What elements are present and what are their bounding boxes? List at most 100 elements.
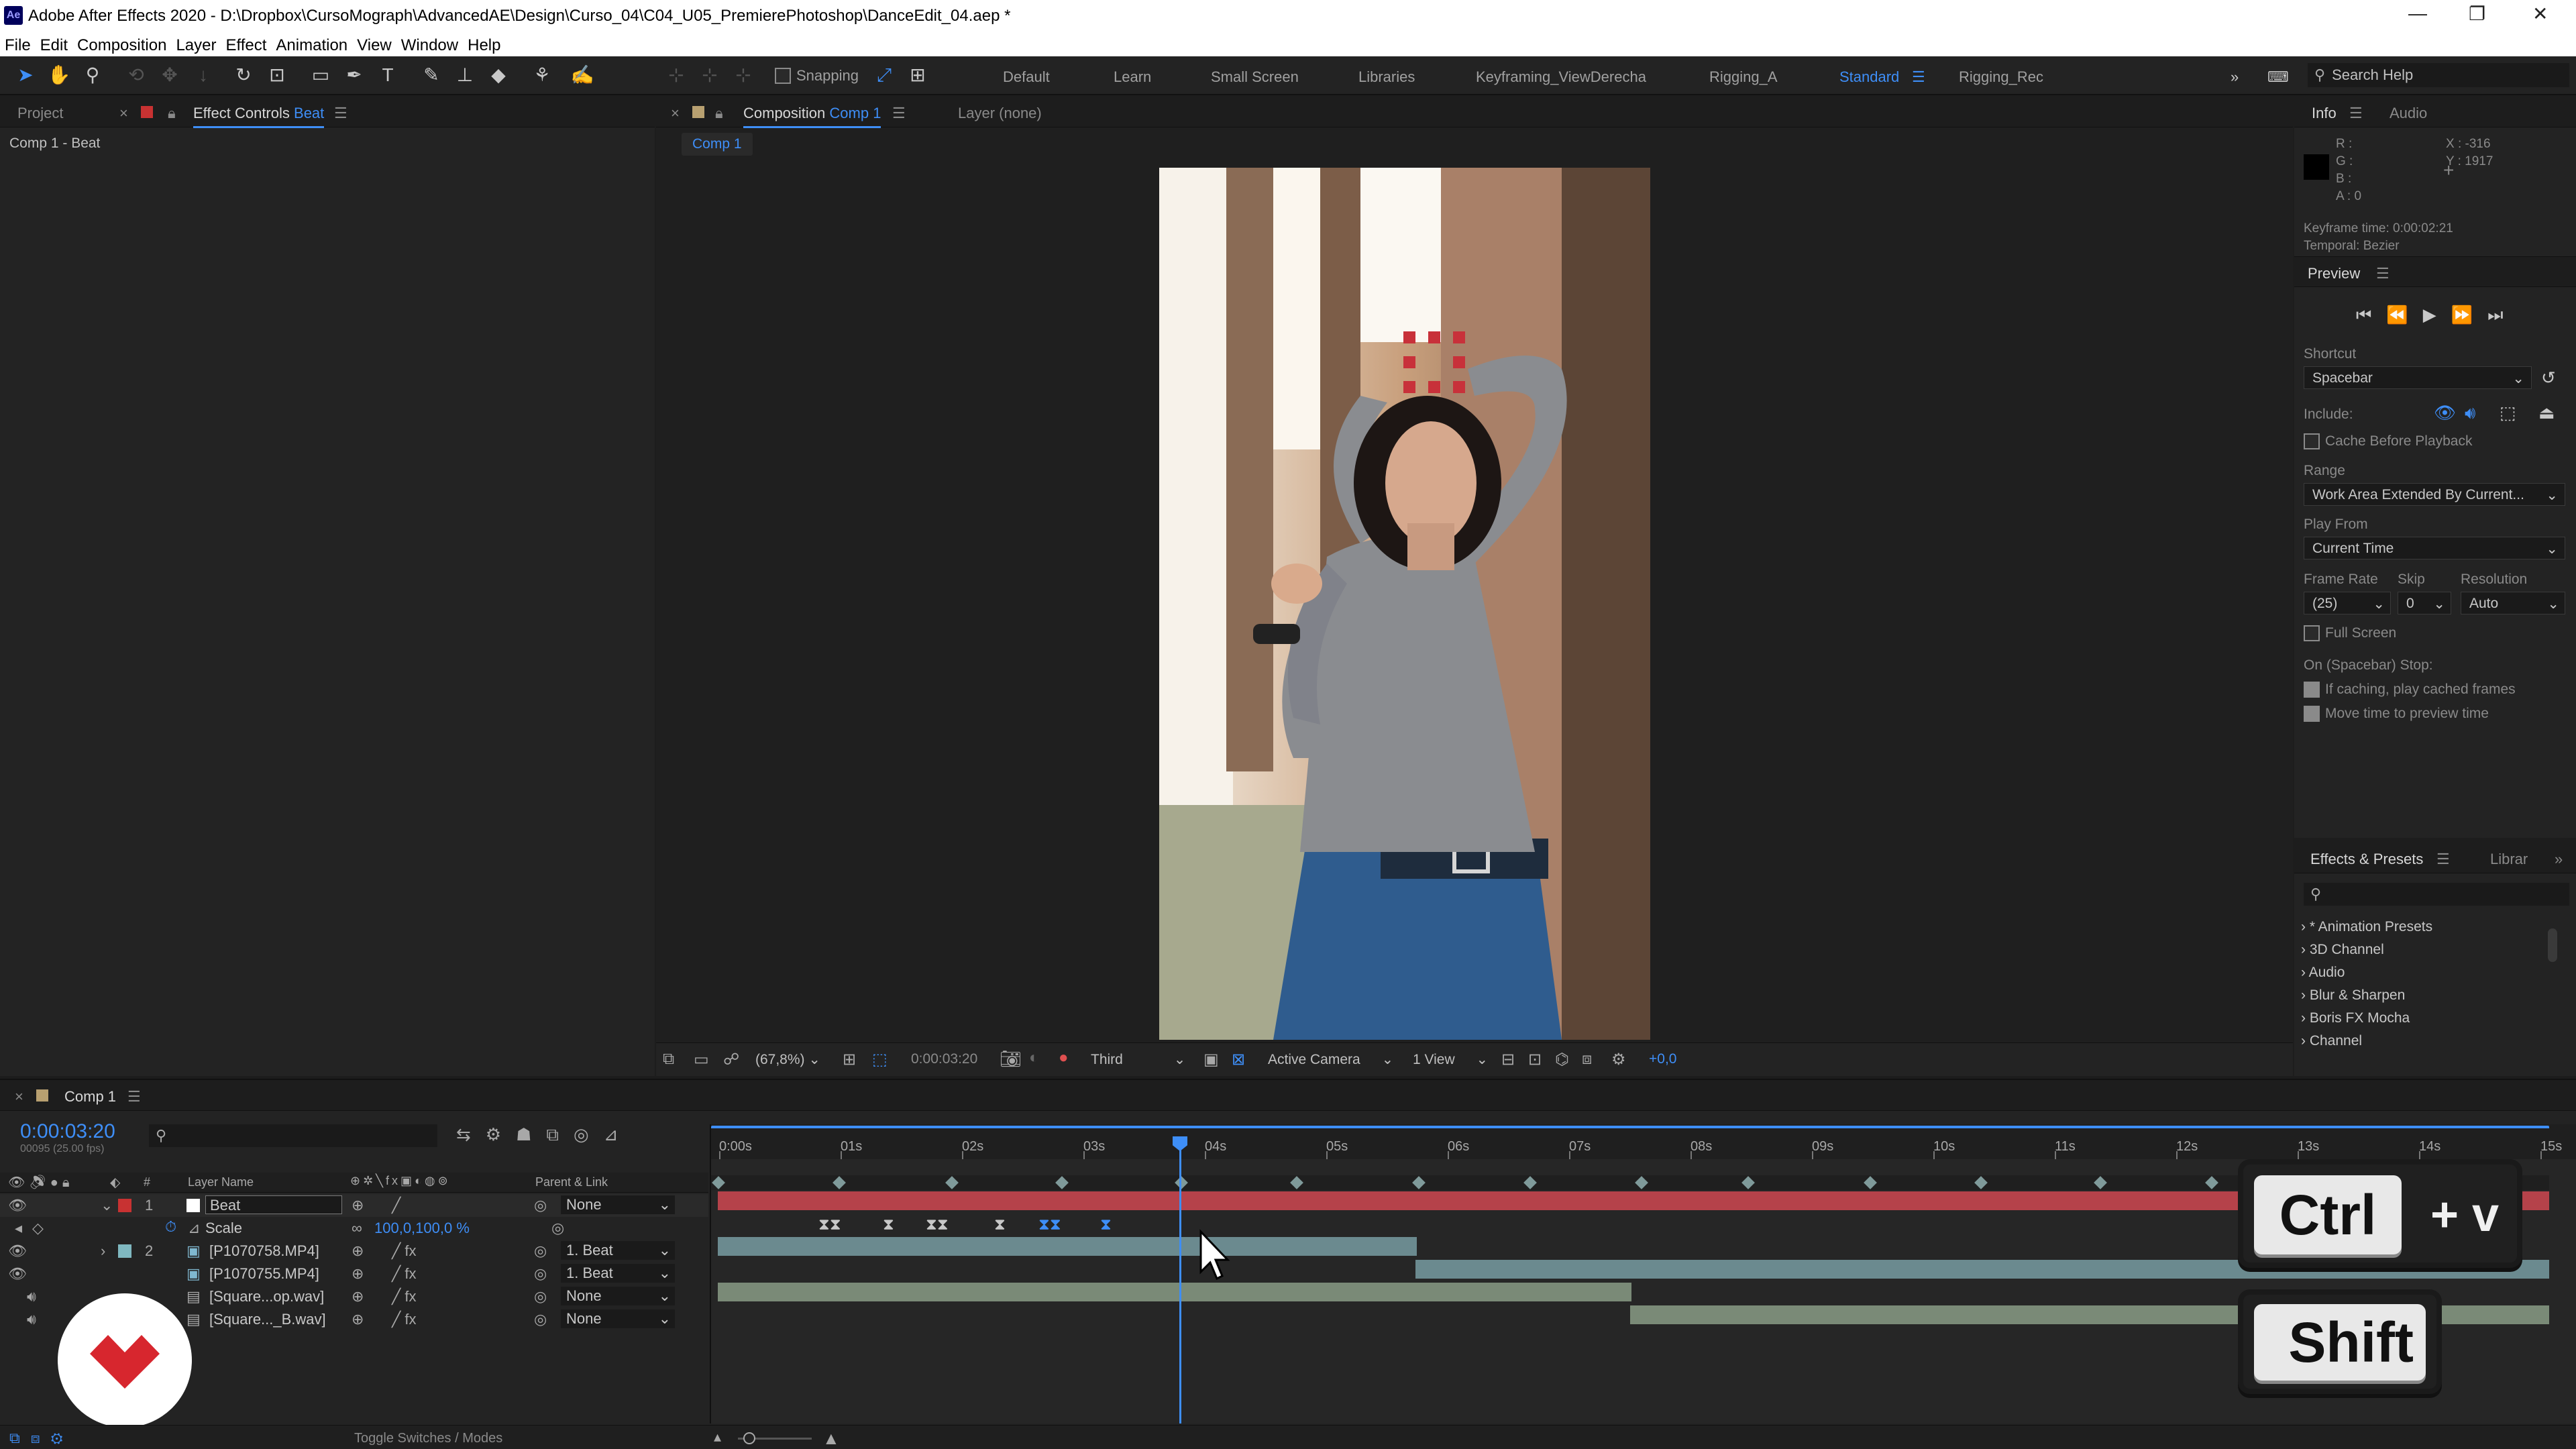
parent-dropdown[interactable]: 1. Beat ⌄ xyxy=(561,1264,675,1283)
zoom-slider-thumb[interactable] xyxy=(743,1432,755,1444)
comp-subtab[interactable]: Comp 1 xyxy=(682,133,753,156)
effects-item[interactable]: › Channel xyxy=(2301,1033,2362,1049)
layer-label-color[interactable] xyxy=(118,1199,131,1212)
lock-icon[interactable]: 🔒︎ xyxy=(168,105,176,122)
visibility-icon[interactable]: 👁︎ xyxy=(8,1197,27,1214)
rectangle-tool-icon[interactable]: ▭ xyxy=(309,63,333,87)
roto-brush-icon[interactable]: ⚘ xyxy=(530,63,554,87)
pickwhip-icon[interactable]: ◎ xyxy=(534,1242,547,1260)
effects-search-input[interactable]: ⚲ xyxy=(2304,883,2569,906)
parent-link-header[interactable]: Parent & Link xyxy=(535,1175,608,1189)
camera-dropdown[interactable]: Active Camera ⌄ xyxy=(1268,1051,1393,1068)
grid-dropdown[interactable]: Third ⌄ xyxy=(1091,1051,1185,1068)
move-time-checkbox[interactable] xyxy=(2304,706,2320,722)
comp-lock-icon[interactable]: 🔒︎ xyxy=(715,105,723,122)
tab-layer[interactable]: Layer (none) xyxy=(958,105,1042,122)
effects-item[interactable]: › Audio xyxy=(2301,965,2345,981)
workspace-overflow-icon[interactable]: » xyxy=(2231,68,2239,86)
maximize-icon[interactable]: ❐ xyxy=(2469,3,2485,25)
show-snapshot-icon[interactable]: ◐ xyxy=(1029,1049,1039,1067)
stop-option-move-time[interactable]: Move time to preview time xyxy=(2304,706,2489,722)
tab-effects-presets[interactable]: Effects & Presets xyxy=(2310,851,2423,868)
pickwhip-icon[interactable]: ◎ xyxy=(534,1265,547,1283)
include-overlays-icon[interactable]: ⬚ xyxy=(2500,402,2516,423)
next-frame-icon[interactable]: ⏩ xyxy=(2451,305,2487,325)
menu-composition[interactable]: Composition xyxy=(72,31,171,55)
views-dropdown[interactable]: 1 View ⌄ xyxy=(1413,1051,1488,1068)
work-area-bar[interactable] xyxy=(711,1126,2549,1135)
pickwhip-icon[interactable]: ◎ xyxy=(534,1197,547,1214)
keyframe-marker[interactable]: ⧗ xyxy=(883,1216,894,1234)
orbit-tool-icon[interactable]: ⟲ xyxy=(124,63,148,87)
info-menu-icon[interactable]: ☰ xyxy=(2349,105,2363,122)
tab-info[interactable]: Info xyxy=(2312,105,2337,122)
full-screen-checkbox[interactable] xyxy=(2304,625,2320,641)
prev-frame-icon[interactable]: ⏪ xyxy=(2386,305,2422,325)
mask-visibility-icon[interactable]: ☍ xyxy=(723,1050,739,1069)
prev-keyframe-icon[interactable]: ◂ xyxy=(15,1220,22,1237)
full-screen-option[interactable]: Full Screen xyxy=(2304,625,2396,641)
layer-marker[interactable] xyxy=(833,1176,846,1189)
quality-switch-icon[interactable]: ╱ fx xyxy=(392,1242,416,1260)
tab-close-icon[interactable]: × xyxy=(119,105,128,122)
include-video-icon[interactable]: 👁︎ xyxy=(2434,402,2456,423)
tab-comp-1[interactable]: Comp 1 xyxy=(64,1088,116,1106)
timeline-search-input[interactable]: ⚲ xyxy=(149,1124,437,1147)
snap-edges-icon[interactable]: ⤢ xyxy=(872,63,896,87)
range-dropdown[interactable]: Work Area Extended By Current... ⌄ xyxy=(2304,483,2565,506)
workspace-standard[interactable]: Standard xyxy=(1839,68,1899,86)
quality-switch-icon[interactable]: ╱ fx xyxy=(392,1265,416,1283)
always-preview-icon[interactable]: ⧉ xyxy=(663,1050,674,1069)
keyframe-marker[interactable]: ⧗⧗ xyxy=(926,1216,949,1234)
timeline-timecode[interactable]: 0:00:03:20 xyxy=(20,1120,115,1143)
collapse-switch-icon[interactable]: ⊕ xyxy=(352,1265,364,1283)
tab-preview[interactable]: Preview xyxy=(2308,265,2360,282)
layer-marker[interactable] xyxy=(1412,1176,1426,1189)
effects-item[interactable]: › Boris FX Mocha xyxy=(2301,1010,2410,1026)
toggle-switches-modes[interactable]: Toggle Switches / Modes xyxy=(354,1431,502,1446)
comp-mini-flowchart-icon[interactable]: ⇆ xyxy=(456,1124,486,1144)
layer-label-color[interactable] xyxy=(118,1244,131,1258)
workspace-libraries[interactable]: Libraries xyxy=(1358,68,1415,86)
tab-effect-controls[interactable]: Effect Controls Beat xyxy=(193,105,325,128)
zoom-tool-icon[interactable]: ⚲ xyxy=(80,63,105,87)
menu-effect[interactable]: Effect xyxy=(221,31,271,55)
parent-dropdown[interactable]: None ⌄ xyxy=(561,1195,675,1214)
layer-marker[interactable] xyxy=(2205,1176,2218,1189)
workspace-learn[interactable]: Learn xyxy=(1114,68,1151,86)
layer-name[interactable]: [P1070758.MP4] xyxy=(209,1242,319,1260)
skip-dropdown[interactable]: 0 ⌄ xyxy=(2398,592,2451,614)
exposure-value[interactable]: +0,0 xyxy=(1649,1051,1676,1067)
include-audio-icon[interactable]: 🔊︎ xyxy=(2465,402,2475,424)
collapse-switch-icon[interactable]: ⊕ xyxy=(352,1288,364,1305)
rotate-tool-icon[interactable]: ↻ xyxy=(231,63,256,87)
layer-name[interactable]: [Square..._B.wav] xyxy=(209,1311,326,1328)
collapse-switch-icon[interactable]: ⊕ xyxy=(352,1242,364,1260)
viewer-timecode[interactable]: 0:00:03:20 xyxy=(911,1051,977,1067)
layer-row[interactable]: 👁︎ ⌄ 1 Beat ⊕ ╱ ◎ None ⌄ xyxy=(0,1194,708,1217)
layer-marker[interactable] xyxy=(1741,1176,1755,1189)
shy-layers-icon[interactable]: ☗ xyxy=(516,1124,546,1144)
snap-features-icon[interactable]: ⊞ xyxy=(906,63,930,87)
tab-libraries[interactable]: Librar xyxy=(2490,851,2528,868)
menu-animation[interactable]: Animation xyxy=(271,31,352,55)
dolly-tool-icon[interactable]: ↓ xyxy=(191,63,215,87)
expand-twirl-icon[interactable]: ⌄ xyxy=(101,1197,113,1214)
collapse-switch-icon[interactable]: ⊕ xyxy=(352,1197,364,1214)
draft-3d-icon[interactable]: ⚙ xyxy=(486,1124,516,1144)
menu-window[interactable]: Window xyxy=(396,31,463,55)
layer-row[interactable]: 👁︎ › 2 ▣ [P1070758.MP4] ⊕ ╱ fx ◎ 1. Beat… xyxy=(0,1240,708,1263)
workspace-rigging-rec[interactable]: Rigging_Rec xyxy=(1959,68,2043,86)
frame-blending-icon[interactable]: ⧉ xyxy=(546,1124,574,1144)
motion-blur-icon[interactable]: ◎ xyxy=(574,1124,604,1144)
hand-tool-icon[interactable]: ✋ xyxy=(47,63,71,87)
add-keyframe-icon[interactable]: ◇ xyxy=(32,1220,44,1237)
puppet-tool-icon[interactable]: ✍ xyxy=(570,63,594,87)
layer-name[interactable]: [P1070755.MP4] xyxy=(209,1265,319,1283)
effects-item[interactable]: › 3D Channel xyxy=(2301,942,2384,958)
layer-name[interactable]: Beat xyxy=(205,1195,342,1214)
resolution-icon[interactable]: ⊞ xyxy=(843,1050,856,1069)
reset-shortcut-icon[interactable]: ↺ xyxy=(2541,368,2556,388)
tab-composition[interactable]: Composition Comp 1 xyxy=(743,105,881,128)
shortcut-dropdown[interactable]: Spacebar ⌄ xyxy=(2304,366,2532,389)
